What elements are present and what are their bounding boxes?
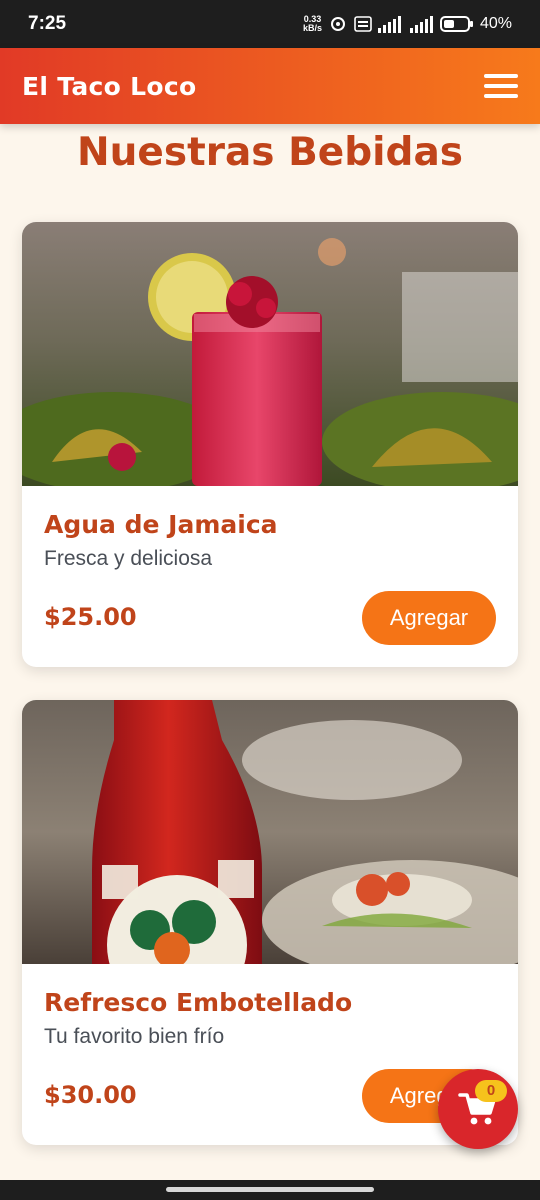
status-time: 7:25	[28, 13, 67, 34]
home-indicator[interactable]	[166, 1187, 374, 1192]
volte-icon	[354, 16, 372, 32]
jamaica-drink-image	[22, 222, 518, 486]
battery-icon	[439, 15, 474, 33]
signal-icon	[409, 15, 434, 33]
product-name: Agua de Jamaica	[44, 510, 278, 539]
add-to-cart-button[interactable]: Agregar	[362, 591, 496, 645]
product-description: Fresca y deliciosa	[44, 547, 213, 570]
product-price: $30.00	[44, 1081, 137, 1109]
page-title: Nuestras Bebidas	[77, 130, 463, 175]
status-icons: 0.33 kB/s 40%	[303, 15, 512, 33]
network-speed: 0.33 kB/s	[303, 15, 322, 33]
product-price: $25.00	[44, 603, 137, 631]
product-description: Tu favorito bien frío	[44, 1025, 225, 1048]
signal-4g-icon	[377, 15, 404, 33]
jarritos-bottle-image	[22, 700, 518, 964]
main-content: Nuestras Bebidas Agua de Jamaica Fresca …	[0, 124, 540, 1180]
status-bar: 7:25 0.33 kB/s 40%	[0, 0, 540, 48]
app-header: El Taco Loco	[0, 48, 540, 124]
product-card: Agua de Jamaica Fresca y deliciosa $25.0…	[22, 222, 518, 667]
cart-button[interactable]	[438, 1069, 518, 1149]
system-nav-bar	[0, 1180, 540, 1200]
product-card-body: Agua de Jamaica Fresca y deliciosa $25.0…	[22, 486, 518, 667]
app-title: El Taco Loco	[22, 71, 197, 101]
network-speed-unit: kB/s	[302, 23, 322, 33]
product-card: Refresco Embotellado Tu favorito bien fr…	[22, 700, 518, 1145]
cart-count-badge: 0	[475, 1080, 507, 1102]
hotspot-icon	[328, 16, 348, 32]
hamburger-menu-icon[interactable]	[484, 71, 518, 101]
battery-percent: 40%	[479, 15, 512, 32]
product-name: Refresco Embotellado	[44, 988, 353, 1017]
